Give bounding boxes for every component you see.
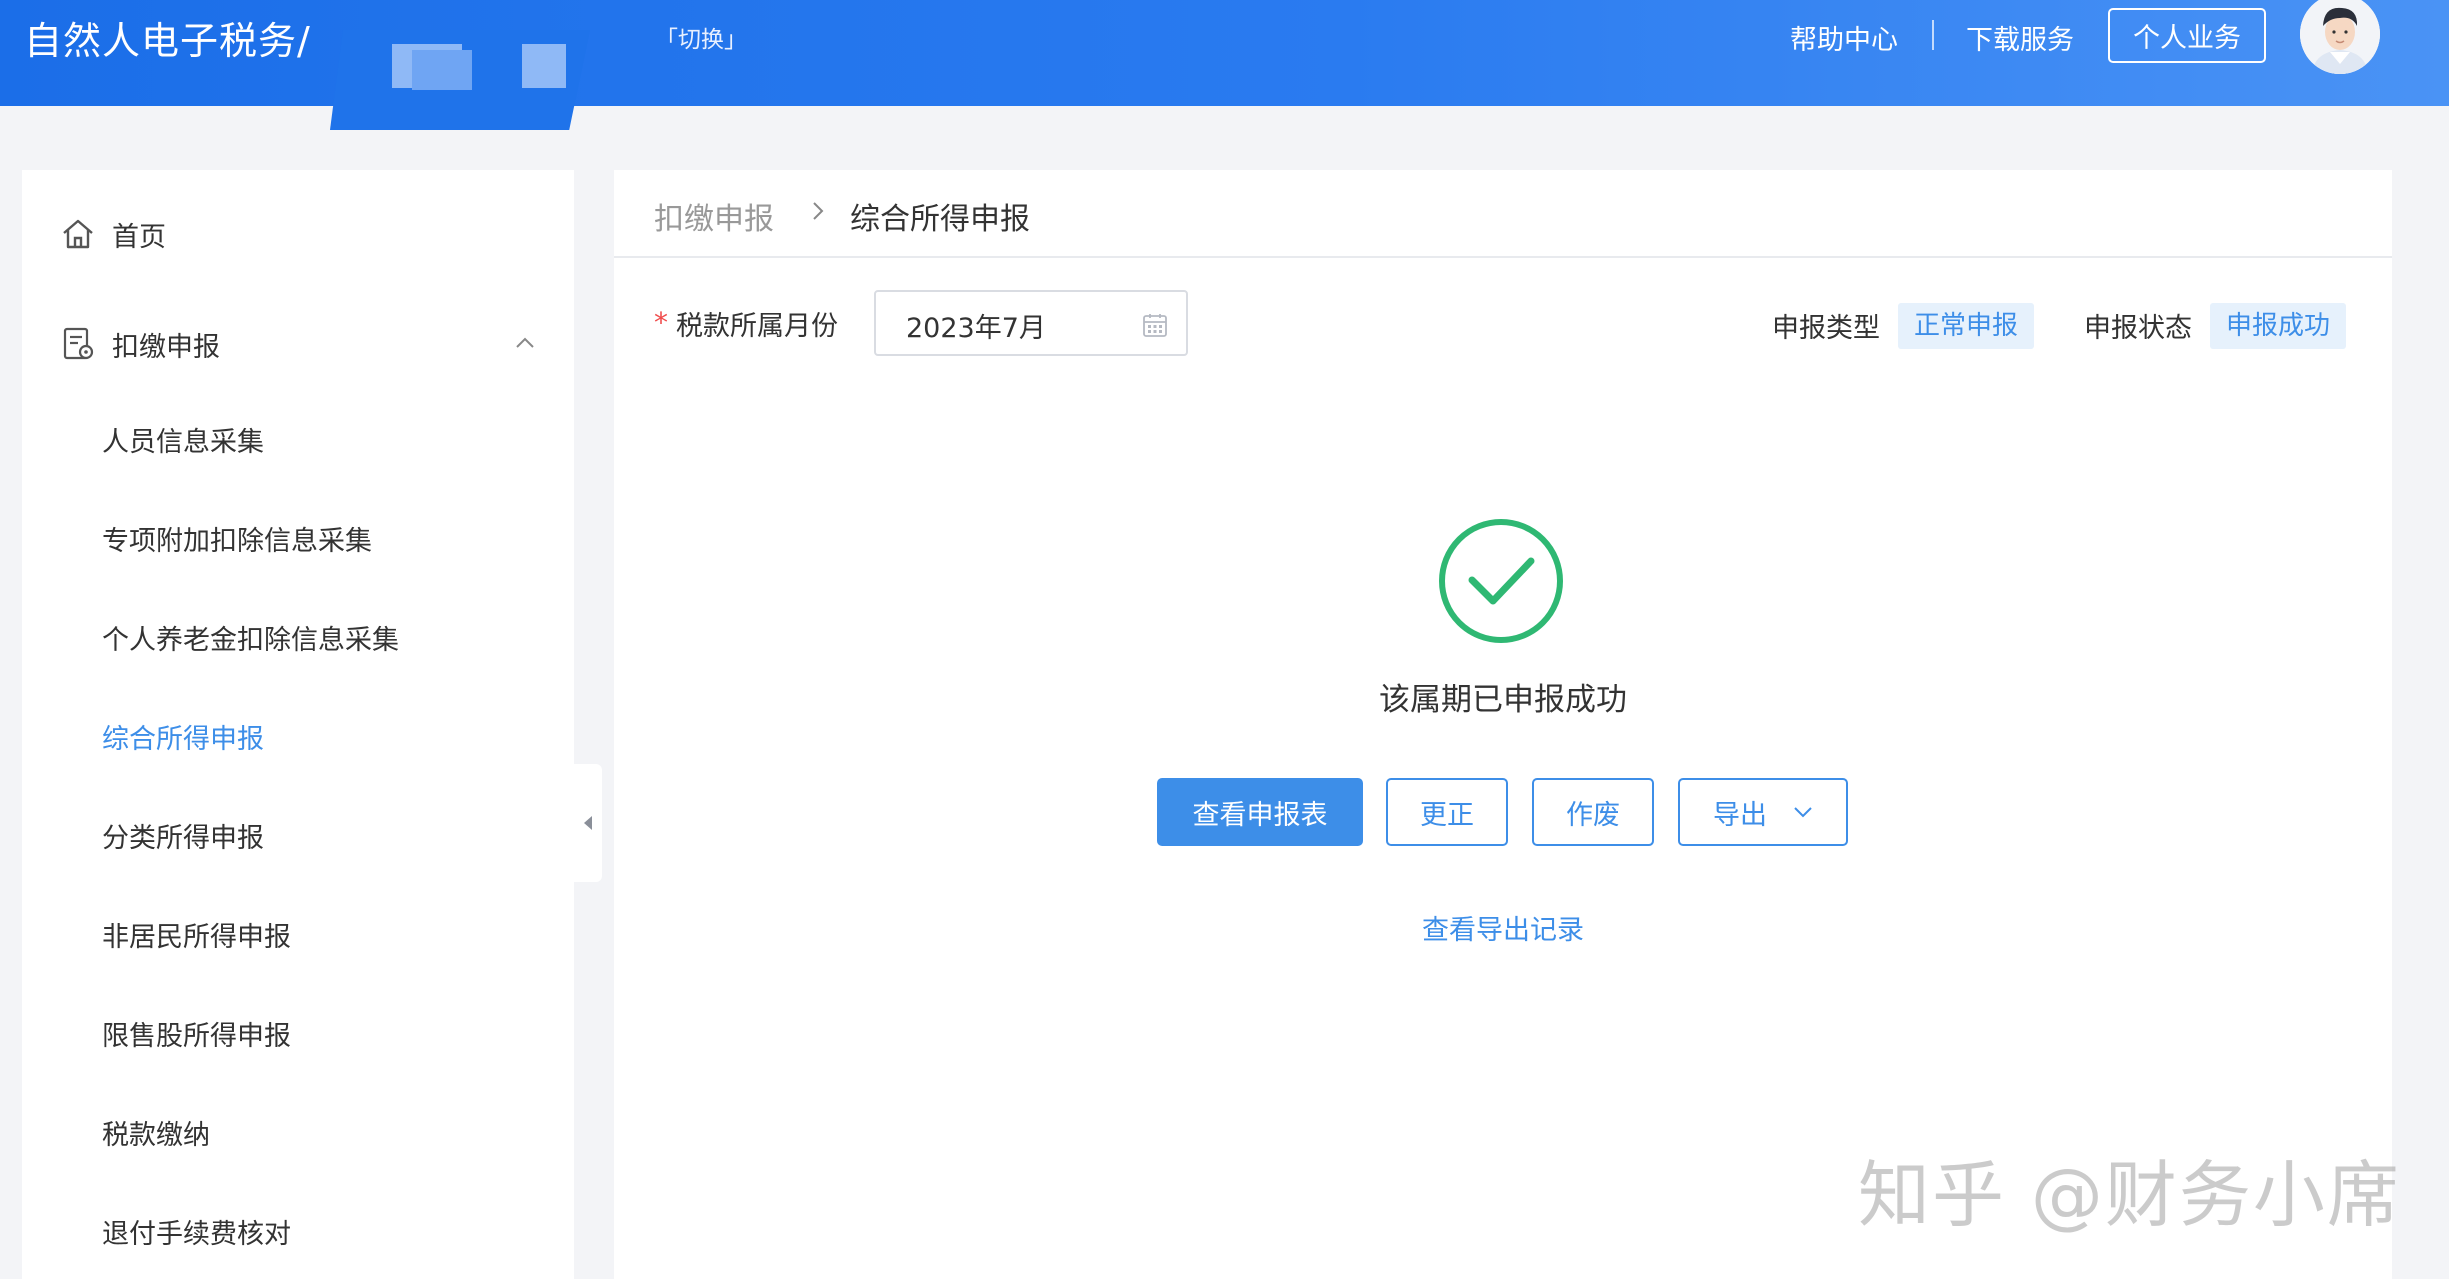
caret-left-icon (584, 816, 592, 830)
declaration-status-tag: 申报成功 (2210, 303, 2347, 349)
declaration-type-tag: 正常申报 (1898, 303, 2035, 349)
declaration-icon (63, 327, 94, 360)
redacted-pixel (412, 50, 472, 90)
chevron-up-icon (516, 337, 534, 348)
redacted-pixel (522, 44, 566, 88)
correct-button[interactable]: 更正 (1386, 778, 1508, 846)
sidebar-collapse-button[interactable] (574, 764, 602, 882)
void-button[interactable]: 作废 (1532, 778, 1654, 846)
declaration-status-label: 申报状态 (2084, 313, 2192, 344)
sidebar-item-nonresident-income[interactable]: 非居民所得申报 (102, 915, 291, 954)
tax-month-picker[interactable]: 2023年7月 (874, 290, 1188, 356)
declaration-type-label: 申报类型 (1772, 313, 1880, 344)
sidebar-item-comprehensive-income[interactable]: 综合所得申报 (102, 717, 264, 756)
main-panel: 扣缴申报 综合所得申报 * 税款所属月份 2023年7月 申报类型 正常申报 申… (614, 170, 2392, 1279)
switch-link[interactable]: 「切换」 (655, 20, 747, 54)
export-dropdown-button[interactable]: 导出 (1678, 778, 1848, 846)
avatar[interactable] (2300, 0, 2380, 74)
download-service-link[interactable]: 下载服务 (1966, 18, 2074, 57)
top-header: 自然人电子税务/ 「切换」 帮助中心 下载服务 个人业务 (0, 0, 2449, 130)
breadcrumb-parent[interactable]: 扣缴申报 (654, 194, 774, 238)
personal-business-button[interactable]: 个人业务 (2108, 8, 2266, 63)
sidebar-group-label: 扣缴申报 (112, 331, 220, 363)
tax-month-label: 税款所属月份 (676, 311, 838, 342)
success-check-icon (1439, 519, 1563, 643)
help-center-link[interactable]: 帮助中心 (1790, 18, 1898, 57)
sidebar: 首页 扣缴申报 人员信息采集 专项附加扣除信息采集 个人养老金扣除信息采集 综合… (22, 170, 574, 1279)
view-declaration-button[interactable]: 查看申报表 (1157, 778, 1363, 846)
sidebar-item-pension-deduction[interactable]: 个人养老金扣除信息采集 (102, 618, 399, 657)
tax-month-value: 2023年7月 (906, 313, 1046, 344)
app-title: 自然人电子税务/ (24, 19, 311, 63)
export-label: 导出 (1713, 799, 1767, 831)
chevron-right-icon (813, 202, 824, 220)
sidebar-item-tax-payment[interactable]: 税款缴纳 (102, 1113, 210, 1152)
sidebar-group-withholding[interactable]: 扣缴申报 (22, 316, 574, 372)
sidebar-item-personnel-info[interactable]: 人员信息采集 (102, 420, 264, 459)
sidebar-item-classified-income[interactable]: 分类所得申报 (102, 816, 264, 855)
sidebar-item-special-deduction[interactable]: 专项附加扣除信息采集 (102, 519, 372, 558)
breadcrumb: 扣缴申报 综合所得申报 (614, 170, 2392, 258)
calendar-icon (1143, 314, 1167, 337)
required-mark: * (654, 306, 668, 339)
watermark: 知乎 @财务小席 (1858, 1153, 2401, 1237)
breadcrumb-current: 综合所得申报 (850, 202, 1030, 237)
success-message: 该属期已申报成功 (1379, 682, 1627, 718)
sidebar-item-restricted-shares[interactable]: 限售股所得申报 (102, 1014, 291, 1053)
sidebar-item-label: 首页 (112, 221, 166, 253)
sidebar-item-home[interactable]: 首页 (22, 206, 574, 262)
home-icon (63, 219, 93, 249)
view-export-records-link[interactable]: 查看导出记录 (614, 908, 2392, 947)
user-avatar-icon (2300, 0, 2380, 74)
chevron-down-icon (1794, 807, 1812, 818)
sidebar-item-fee-refund-check[interactable]: 退付手续费核对 (102, 1212, 291, 1251)
header-divider (1932, 20, 1934, 50)
